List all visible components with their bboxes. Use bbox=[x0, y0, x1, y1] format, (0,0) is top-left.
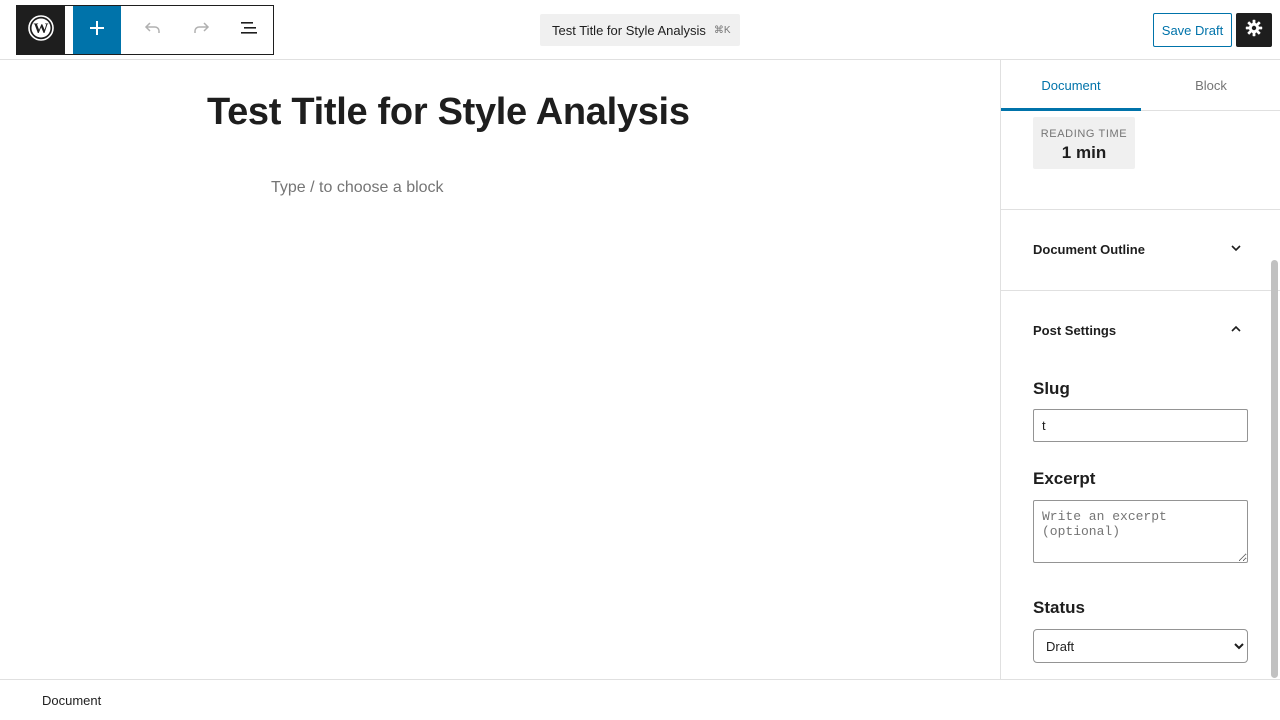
wordpress-icon: W bbox=[27, 14, 55, 47]
redo-button[interactable] bbox=[177, 6, 225, 54]
settings-sidebar: Document Block READING TIME 1 min Docume… bbox=[1000, 60, 1280, 679]
gear-icon bbox=[1245, 19, 1263, 42]
post-settings-label: Post Settings bbox=[1033, 323, 1117, 338]
command-bar-title: Test Title for Style Analysis bbox=[552, 22, 706, 38]
svg-text:W: W bbox=[34, 21, 49, 37]
slug-input[interactable] bbox=[1033, 409, 1248, 442]
status-label: Status bbox=[1033, 598, 1085, 617]
editor-footer: Document bbox=[0, 679, 1280, 720]
document-command-bar[interactable]: Test Title for Style Analysis ⌘K bbox=[540, 14, 740, 46]
chevron-up-icon bbox=[1228, 321, 1244, 337]
editor-canvas: Test Title for Style Analysis Type / to … bbox=[0, 60, 1000, 679]
tab-block[interactable]: Block bbox=[1141, 60, 1280, 110]
wordpress-logo-button[interactable]: W bbox=[17, 6, 65, 54]
editor-header: W Test Title for Style Analysis ⌘K Save … bbox=[0, 0, 1280, 60]
save-draft-button[interactable]: Save Draft bbox=[1153, 13, 1232, 47]
breadcrumb-document[interactable]: Document bbox=[42, 693, 101, 708]
excerpt-label: Excerpt bbox=[1033, 469, 1096, 488]
undo-icon bbox=[143, 18, 163, 43]
sidebar-scrollbar[interactable] bbox=[1271, 260, 1278, 678]
list-view-button[interactable] bbox=[225, 6, 273, 54]
header-toolbar: W bbox=[16, 5, 274, 55]
sidebar-scrollbar-thumb[interactable] bbox=[1271, 260, 1278, 678]
settings-button[interactable] bbox=[1236, 13, 1272, 47]
reading-time-panel: READING TIME 1 min bbox=[1033, 117, 1135, 169]
reading-time-label: READING TIME bbox=[1040, 128, 1128, 140]
chevron-down-icon bbox=[1228, 240, 1244, 256]
document-outline-label: Document Outline bbox=[1033, 242, 1145, 257]
post-settings-toggle[interactable]: Post Settings bbox=[1001, 291, 1271, 371]
slug-label: Slug bbox=[1033, 379, 1070, 398]
tab-document[interactable]: Document bbox=[1001, 60, 1141, 111]
plus-icon bbox=[88, 19, 106, 42]
sidebar-tabs: Document Block bbox=[1001, 60, 1280, 111]
status-select[interactable]: Draft bbox=[1033, 629, 1248, 663]
reading-time-value: 1 min bbox=[1061, 143, 1107, 162]
document-outline-toggle[interactable]: Document Outline bbox=[1001, 210, 1271, 290]
block-inserter-button[interactable] bbox=[73, 6, 121, 54]
excerpt-textarea[interactable] bbox=[1033, 500, 1248, 563]
undo-button[interactable] bbox=[129, 6, 177, 54]
redo-icon bbox=[191, 18, 211, 43]
list-view-icon bbox=[239, 18, 259, 43]
post-title[interactable]: Test Title for Style Analysis bbox=[207, 91, 690, 134]
block-appender-placeholder[interactable]: Type / to choose a block bbox=[271, 179, 444, 197]
command-bar-shortcut: ⌘K bbox=[713, 24, 731, 36]
